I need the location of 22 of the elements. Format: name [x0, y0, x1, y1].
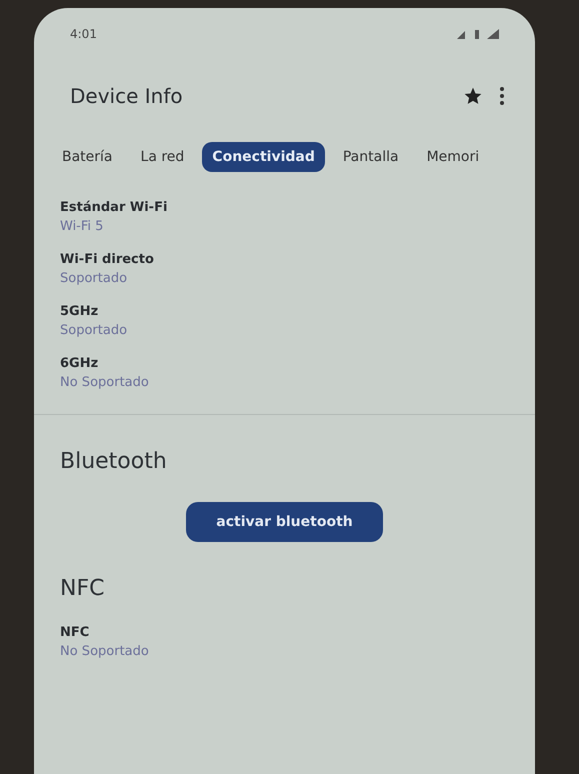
- section-heading: NFC: [60, 576, 106, 601]
- more-menu-icon[interactable]: [499, 86, 505, 106]
- info-value: Soportado: [60, 323, 128, 338]
- info-value: No Soportado: [60, 375, 150, 390]
- status-time: 4:01: [70, 27, 97, 41]
- info-label: 5GHz: [60, 304, 100, 319]
- tab[interactable]: Conectividad: [202, 142, 325, 172]
- tab[interactable]: La red: [130, 142, 194, 172]
- info-label: NFC: [60, 625, 90, 640]
- tab[interactable]: Batería: [52, 142, 123, 172]
- app-title: Device Info: [70, 84, 184, 108]
- section-heading: Bluetooth: [60, 449, 168, 474]
- info-label: Estándar Wi-Fi: [60, 200, 168, 215]
- activate-bluetooth-button[interactable]: activar bluetooth: [186, 502, 383, 542]
- info-value: No Soportado: [60, 644, 150, 659]
- info-value: Soportado: [60, 271, 128, 286]
- star-icon[interactable]: [463, 86, 483, 106]
- info-value: Wi-Fi 5: [60, 219, 104, 234]
- tab[interactable]: Pantalla: [332, 142, 409, 172]
- info-label: Wi-Fi directo: [60, 252, 155, 267]
- info-label: 6GHz: [60, 356, 100, 371]
- tab[interactable]: Memori: [416, 142, 490, 172]
